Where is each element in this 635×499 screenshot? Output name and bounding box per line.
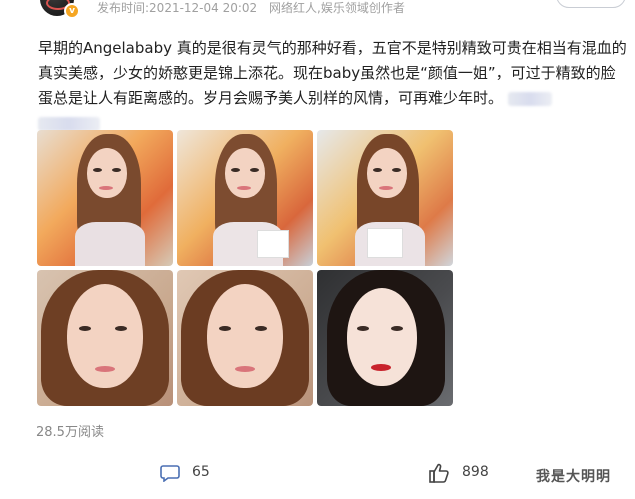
publish-time: 发布时间:2021-12-04 20:02	[97, 1, 258, 15]
follow-button[interactable]: 关注	[556, 0, 626, 8]
post-image[interactable]	[317, 270, 453, 406]
verified-icon: v	[64, 3, 80, 19]
redacted-text	[507, 91, 552, 106]
post-image[interactable]	[37, 130, 173, 266]
post-image[interactable]	[177, 270, 313, 406]
post-header: v 发布时间:2021-12-04 20:02 网络红人,娱乐领域创作者 关注	[0, 0, 635, 22]
post-image[interactable]	[37, 270, 173, 406]
post-image[interactable]	[177, 130, 313, 266]
redacted-text	[38, 116, 100, 131]
comment-count: 65	[192, 464, 210, 480]
thumbs-up-icon	[429, 463, 449, 483]
author-tags: 网络红人,娱乐领域创作者	[269, 1, 405, 15]
view-count: 28.5万阅读	[36, 425, 104, 440]
post-body: 早期的Angelababy 真的是很有灵气的那种好看，五官不是特别精致可贵在相当…	[38, 36, 628, 136]
post-image[interactable]	[317, 130, 453, 266]
post-meta: 发布时间:2021-12-04 20:02 网络红人,娱乐领域创作者	[97, 0, 413, 16]
watermark: 我是大明明	[536, 469, 611, 485]
comment-icon	[160, 465, 180, 482]
like-count: 898	[462, 464, 489, 480]
